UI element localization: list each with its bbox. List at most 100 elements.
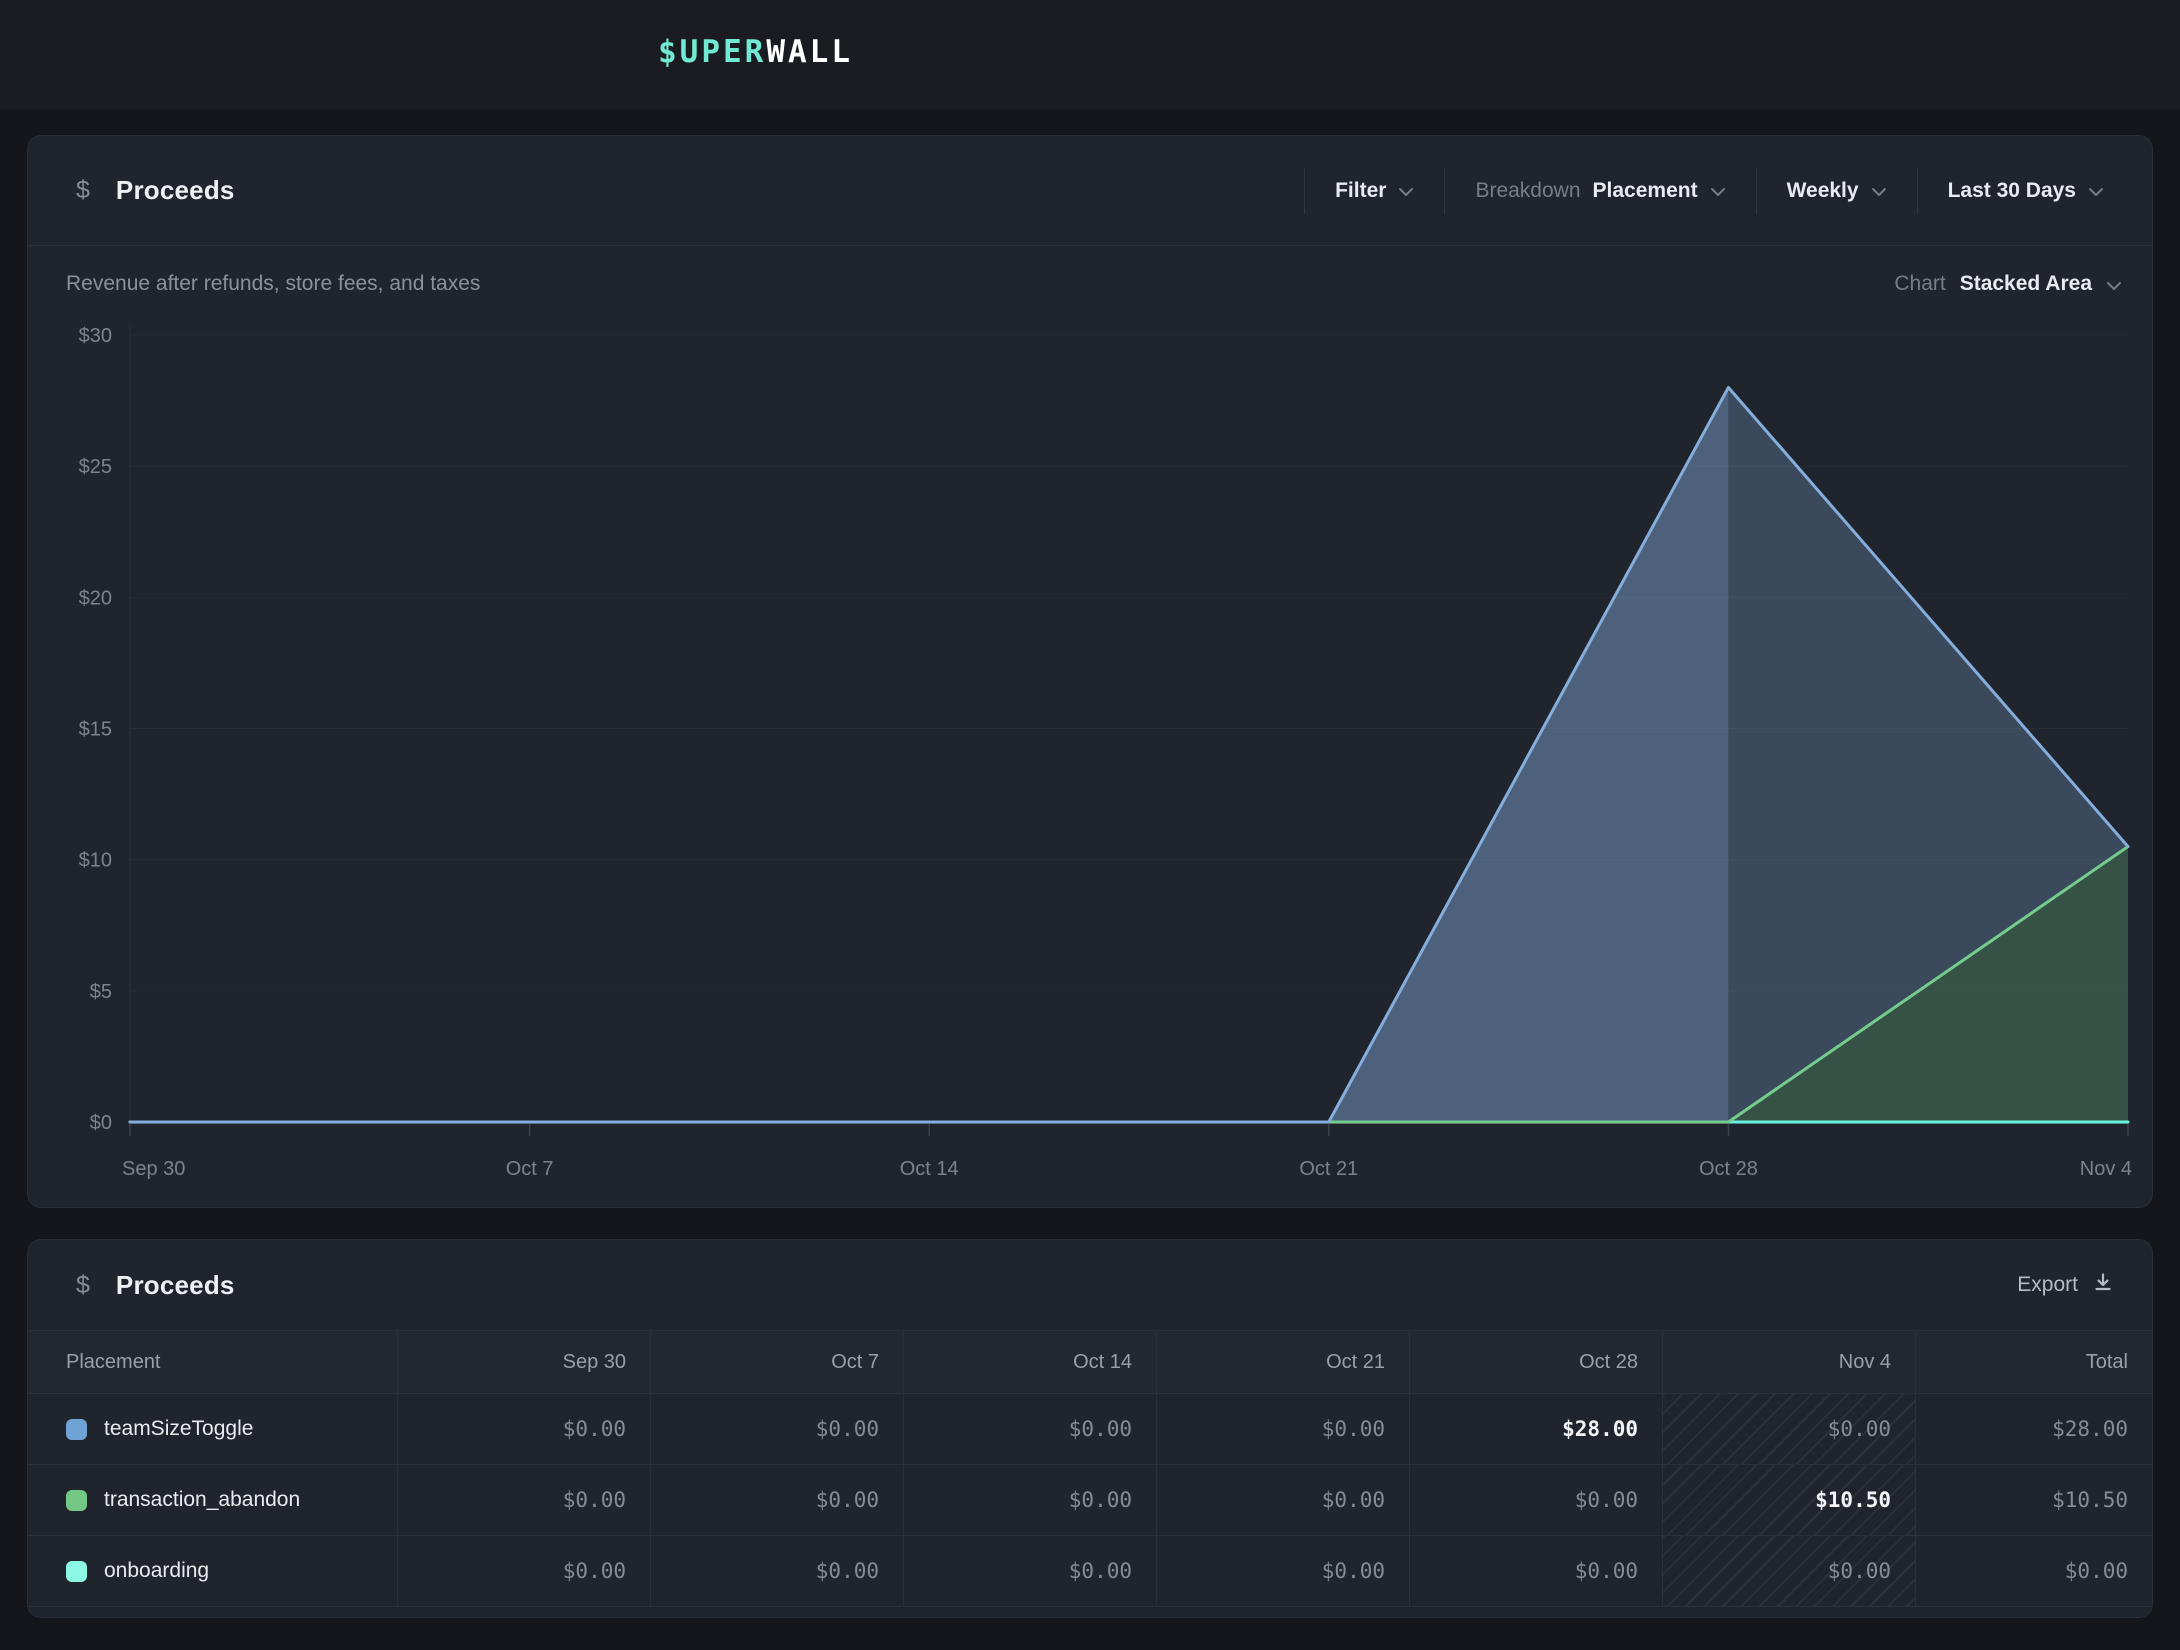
svg-text:Oct 21: Oct 21	[1299, 1158, 1358, 1180]
value-cell-oct-28: $0.00	[1410, 1465, 1663, 1535]
svg-text:Oct 28: Oct 28	[1699, 1158, 1758, 1180]
top-bar: $UPERWALL	[0, 0, 2180, 110]
series-swatch	[66, 1490, 87, 1511]
value-text: $0.00	[1322, 1488, 1385, 1512]
value-cell-oct-7: $0.00	[651, 1465, 904, 1535]
value-text: $0.00	[1828, 1559, 1891, 1583]
placement-cell-onboarding: onboarding	[28, 1536, 398, 1606]
main-content: $ Proceeds Filter Breakdown Placement We…	[0, 110, 2180, 1618]
row-name: teamSizeToggle	[104, 1417, 253, 1441]
stacked-area-chart: $30$25$20$15$10$5$0Sep 30Oct 7Oct 14Oct …	[28, 311, 2152, 1208]
svg-text:$0: $0	[90, 1112, 112, 1134]
value-cell-sep-30: $0.00	[398, 1465, 651, 1535]
value-cell-total: $28.00	[1916, 1394, 2152, 1464]
chart-type-label: Chart	[1894, 272, 1945, 296]
chart-subtitle: Revenue after refunds, store fees, and t…	[66, 272, 480, 296]
chart-card-title: Proceeds	[116, 175, 235, 206]
series-swatch	[66, 1561, 87, 1582]
chevron-down-icon	[2106, 281, 2122, 291]
value-text: $10.50	[1815, 1488, 1891, 1512]
chart-type-value: Stacked Area	[1960, 272, 2092, 296]
column-header-oct-7: Oct 7	[651, 1331, 904, 1393]
value-cell-oct-14: $0.00	[904, 1536, 1157, 1606]
value-text: $28.00	[1562, 1417, 1638, 1441]
logo-prefix: $UPER	[658, 34, 766, 70]
chart-type-select[interactable]: Chart Stacked Area	[1894, 272, 2122, 296]
value-text: $0.00	[1322, 1559, 1385, 1583]
table-row-onboarding: onboarding $0.00 $0.00 $0.00 $0.00 $0.00 $0.00…	[28, 1536, 2152, 1607]
value-text: $0.00	[563, 1488, 626, 1512]
chevron-down-icon	[2088, 187, 2104, 197]
table-row-transaction-abandon: transaction_abandon $0.00 $0.00 $0.00 $0.00 $…	[28, 1465, 2152, 1536]
column-header-oct-21: Oct 21	[1157, 1331, 1410, 1393]
value-text: $0.00	[816, 1559, 879, 1583]
value-cell-nov-4: $10.50	[1663, 1465, 1916, 1535]
proceeds-table-card: $ Proceeds Export PlacementSep 30Oct 7Oc…	[27, 1239, 2153, 1618]
table-card-header: $ Proceeds Export	[28, 1240, 2152, 1330]
value-cell-total: $0.00	[1916, 1536, 2152, 1606]
row-name: onboarding	[104, 1559, 209, 1583]
value-cell-total: $10.50	[1916, 1465, 2152, 1535]
value-text: $0.00	[1069, 1488, 1132, 1512]
value-text: $0.00	[2065, 1559, 2128, 1583]
value-text: $0.00	[1828, 1417, 1891, 1441]
value-text: $10.50	[2052, 1488, 2128, 1512]
value-text: $0.00	[1322, 1417, 1385, 1441]
period-value: Weekly	[1787, 179, 1859, 203]
value-cell-sep-30: $0.00	[398, 1394, 651, 1464]
column-header-sep-30: Sep 30	[398, 1331, 651, 1393]
svg-text:Oct 14: Oct 14	[900, 1158, 959, 1180]
value-cell-oct-21: $0.00	[1157, 1536, 1410, 1606]
date-range-select[interactable]: Last 30 Days	[1918, 179, 2134, 203]
table-row-teamsizetoggle: teamSizeToggle$0.00$0.00$0.00$0.00$28.00…	[28, 1394, 2152, 1465]
svg-text:$25: $25	[79, 456, 112, 478]
value-cell-oct-28: $28.00	[1410, 1394, 1663, 1464]
svg-text:Sep 30: Sep 30	[122, 1158, 185, 1180]
series-swatch	[66, 1419, 87, 1440]
export-label: Export	[2017, 1273, 2078, 1297]
chart-card-title-group: $ Proceeds	[76, 175, 235, 206]
chart-sub-row: Revenue after refunds, store fees, and t…	[28, 246, 2152, 296]
value-cell-oct-7: $0.00	[651, 1394, 904, 1464]
value-cell-nov-4: $0.00	[1663, 1536, 1916, 1606]
chevron-down-icon	[1398, 187, 1414, 197]
filter-button[interactable]: Filter	[1305, 179, 1444, 203]
value-text: $0.00	[816, 1488, 879, 1512]
breakdown-value: Placement	[1593, 179, 1698, 203]
value-cell-oct-14: $0.00	[904, 1465, 1157, 1535]
table-card-title: Proceeds	[116, 1270, 235, 1301]
value-text: $0.00	[1575, 1488, 1638, 1512]
column-header-placement: Placement	[28, 1331, 398, 1393]
table-card-title-group: $ Proceeds	[76, 1270, 235, 1301]
value-text: $0.00	[563, 1559, 626, 1583]
export-button[interactable]: Export	[2017, 1271, 2114, 1299]
superwall-logo: $UPERWALL	[658, 34, 853, 70]
chevron-down-icon	[1710, 187, 1726, 197]
proceeds-table: PlacementSep 30Oct 7Oct 14Oct 21Oct 28No…	[28, 1330, 2152, 1617]
chart-card-header: $ Proceeds Filter Breakdown Placement We…	[28, 136, 2152, 246]
row-name: transaction_abandon	[104, 1488, 300, 1512]
svg-text:$15: $15	[79, 719, 112, 741]
value-cell-oct-28: $0.00	[1410, 1536, 1663, 1606]
value-text: $0.00	[563, 1417, 626, 1441]
svg-text:Oct 7: Oct 7	[506, 1158, 554, 1180]
period-select[interactable]: Weekly	[1757, 179, 1917, 203]
breakdown-select[interactable]: Breakdown Placement	[1445, 179, 1755, 203]
dollar-icon: $	[76, 176, 90, 205]
column-header-oct-28: Oct 28	[1410, 1331, 1663, 1393]
placement-cell-transaction-abandon: transaction_abandon	[28, 1465, 398, 1535]
value-cell-oct-14: $0.00	[904, 1394, 1157, 1464]
chart-controls: Filter Breakdown Placement Weekly Last 3…	[1304, 168, 2134, 214]
value-text: $0.00	[1575, 1559, 1638, 1583]
svg-text:$20: $20	[79, 587, 112, 609]
svg-text:$30: $30	[79, 325, 112, 347]
value-cell-oct-21: $0.00	[1157, 1465, 1410, 1535]
value-cell-sep-30: $0.00	[398, 1536, 651, 1606]
table-header-row: PlacementSep 30Oct 7Oct 14Oct 21Oct 28No…	[28, 1330, 2152, 1394]
placement-cell-teamsizetoggle: teamSizeToggle	[28, 1394, 398, 1464]
filter-label: Filter	[1335, 179, 1386, 203]
date-range-value: Last 30 Days	[1948, 179, 2076, 203]
value-cell-oct-7: $0.00	[651, 1536, 904, 1606]
value-cell-nov-4: $0.00	[1663, 1394, 1916, 1464]
column-header-oct-14: Oct 14	[904, 1331, 1157, 1393]
